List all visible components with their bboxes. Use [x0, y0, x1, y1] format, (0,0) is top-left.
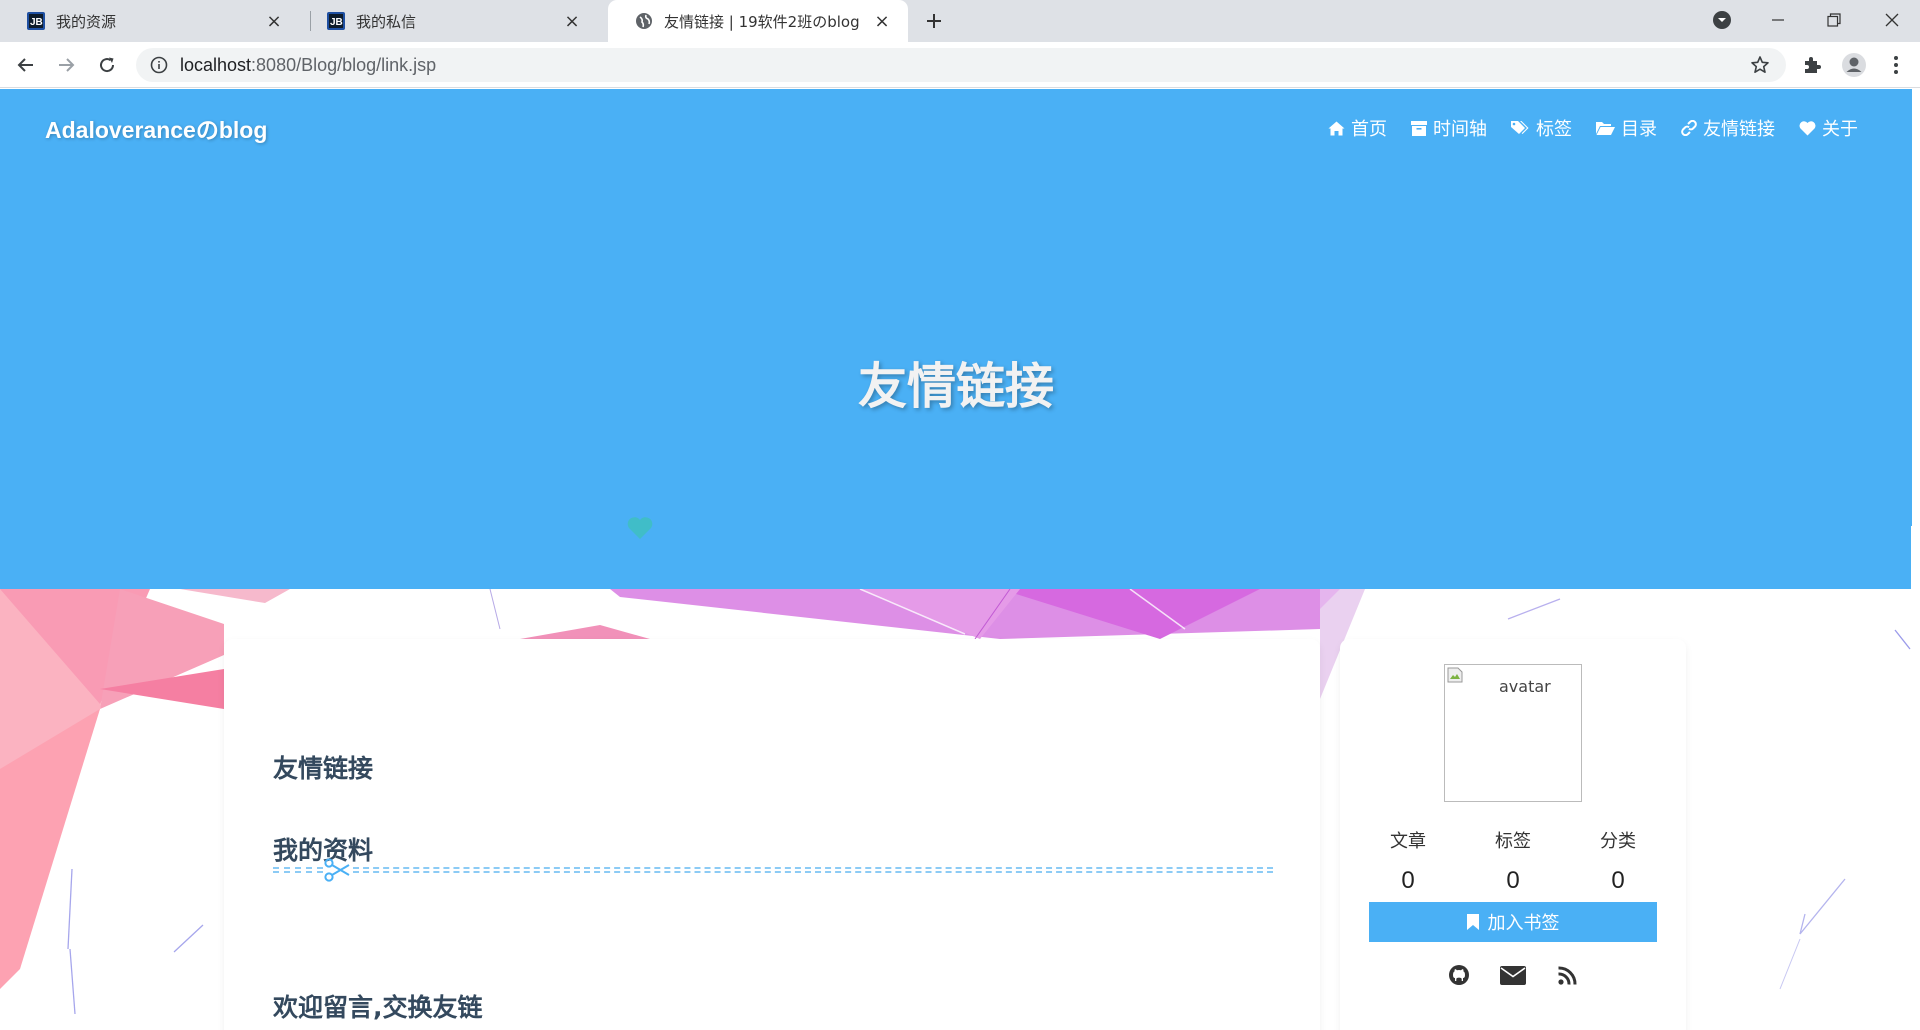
nav-item-label: 时间轴	[1433, 119, 1487, 140]
stat-value: 0	[1401, 867, 1415, 894]
stat-tags[interactable]: 标签 0	[1473, 827, 1553, 895]
url-host: localhost	[180, 54, 252, 75]
tab-title: 友情链接 | 19软件2班のblog	[664, 12, 860, 31]
floating-heart-icon	[627, 517, 653, 539]
nav-item-label: 关于	[1822, 119, 1858, 140]
site-header: Adaloveranceのblog 首页 时间轴 标签 目录 友情链接 关于 友…	[0, 89, 1912, 589]
page-scrollbar[interactable]	[1911, 526, 1920, 589]
stat-label: 分类	[1600, 831, 1636, 852]
restore-button[interactable]	[1806, 0, 1862, 40]
nav-item-label: 标签	[1536, 119, 1572, 140]
divider-dash	[353, 867, 1273, 873]
heart-icon	[1799, 120, 1816, 136]
folder-open-icon	[1596, 121, 1615, 135]
jetbrains-favicon-icon: JB	[326, 11, 346, 31]
nav-item-links[interactable]: 友情链接	[1681, 115, 1775, 141]
nav-item-label: 友情链接	[1703, 119, 1775, 140]
add-bookmark-label: 加入书签	[1487, 913, 1560, 934]
nav-item-label: 目录	[1621, 119, 1657, 140]
tab-title: 我的私信	[356, 12, 417, 31]
close-icon[interactable]: ×	[872, 11, 892, 32]
browser-tab[interactable]: JB 我的资源 ×	[0, 0, 300, 42]
stat-value: 0	[1611, 867, 1625, 894]
tab-title: 我的资源	[56, 12, 117, 31]
nav-item-timeline[interactable]: 时间轴	[1411, 115, 1487, 141]
new-tab-button[interactable]	[920, 7, 948, 35]
svg-text:JB: JB	[330, 17, 343, 28]
nav-item-home[interactable]: 首页	[1328, 115, 1387, 141]
stat-value: 0	[1506, 867, 1520, 894]
nav-item-tags[interactable]: 标签	[1511, 115, 1572, 141]
stats-row: 文章 0 标签 0 分类 0	[1368, 827, 1658, 895]
close-icon[interactable]: ×	[562, 11, 582, 32]
close-icon[interactable]: ×	[264, 11, 284, 32]
avatar-alt-text: avatar	[1499, 677, 1551, 696]
reload-button[interactable]	[91, 49, 123, 81]
browser-tab-strip: JB 我的资源 × JB 我的私信 × 友情链接 | 19软件2班のblog ×	[0, 0, 1920, 42]
svg-text:JB: JB	[30, 17, 43, 28]
stat-categories[interactable]: 分类 0	[1578, 827, 1658, 895]
home-icon	[1328, 121, 1345, 136]
github-icon[interactable]	[1446, 962, 1472, 988]
social-links	[1340, 962, 1686, 988]
nav-item-label: 首页	[1351, 119, 1387, 140]
scissor-divider	[273, 858, 1273, 882]
hero-title: 友情链接	[857, 358, 1054, 415]
main-content-card: 友情链接 我的资料 欢迎留言,交换友链	[224, 639, 1320, 1030]
main-nav: 首页 时间轴 标签 目录 友情链接 关于	[1304, 115, 1858, 141]
forward-button[interactable]	[50, 49, 82, 81]
url-path: :8080/Blog/blog/link.jsp	[251, 54, 437, 75]
rss-icon[interactable]	[1554, 962, 1580, 988]
stat-articles[interactable]: 文章 0	[1368, 827, 1448, 895]
minimize-button[interactable]	[1750, 0, 1806, 40]
browser-tab[interactable]: JB 我的私信 ×	[300, 0, 598, 42]
bookmark-star-icon[interactable]	[1750, 55, 1770, 75]
archive-icon	[1411, 120, 1427, 136]
scissors-icon	[324, 858, 350, 882]
address-bar[interactable]: localhost:8080/Blog/blog/link.jsp	[136, 48, 1786, 82]
link-icon	[1681, 120, 1697, 136]
stat-label: 标签	[1495, 831, 1531, 852]
avatar: avatar	[1444, 664, 1582, 802]
back-button[interactable]	[10, 49, 42, 81]
profile-sidebar-card: avatar 文章 0 标签 0 分类 0 加入书签	[1340, 639, 1686, 1030]
tab-search-button[interactable]	[1694, 0, 1750, 40]
broken-image-icon	[1447, 667, 1463, 683]
extensions-puzzle-icon[interactable]	[1796, 49, 1828, 81]
add-bookmark-button[interactable]: 加入书签	[1369, 902, 1657, 942]
page-viewport: Adaloveranceのblog 首页 时间轴 标签 目录 友情链接 关于 友…	[0, 89, 1920, 1030]
site-brand[interactable]: Adaloveranceのblog	[45, 111, 267, 145]
close-window-button[interactable]	[1864, 0, 1920, 40]
bookmark-icon	[1466, 914, 1479, 930]
globe-icon	[634, 11, 654, 31]
browser-menu-icon[interactable]	[1880, 49, 1912, 81]
section-heading-friend-links: 友情链接	[273, 754, 374, 783]
stat-label: 文章	[1390, 831, 1426, 852]
browser-tab-active[interactable]: 友情链接 | 19软件2班のblog ×	[608, 0, 908, 42]
jetbrains-favicon-icon: JB	[26, 11, 46, 31]
url-text[interactable]: localhost:8080/Blog/blog/link.jsp	[180, 55, 436, 76]
profile-avatar-icon[interactable]	[1838, 49, 1870, 81]
browser-toolbar: localhost:8080/Blog/blog/link.jsp	[0, 42, 1920, 88]
tags-icon	[1511, 120, 1530, 136]
divider-dash	[273, 867, 323, 873]
nav-item-catalog[interactable]: 目录	[1596, 115, 1657, 141]
site-info-icon[interactable]	[150, 56, 168, 74]
envelope-icon[interactable]	[1500, 962, 1526, 988]
section-heading-welcome: 欢迎留言,交换友链	[273, 993, 483, 1022]
nav-item-about[interactable]: 关于	[1799, 115, 1858, 141]
